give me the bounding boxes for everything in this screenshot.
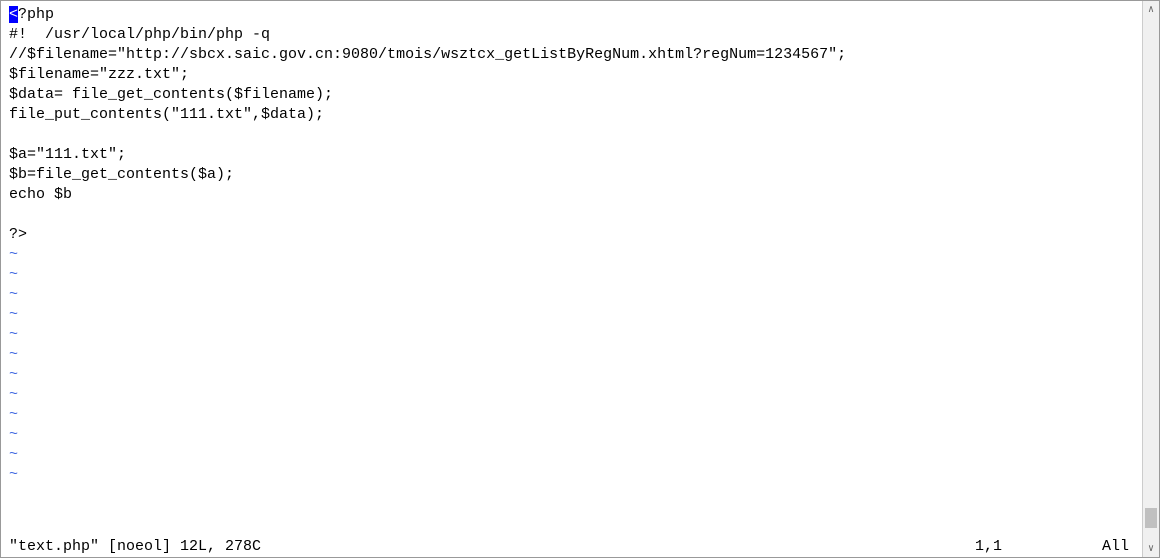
scrollbar-thumb[interactable] [1145,508,1157,528]
empty-line-tilde: ~ [9,325,1151,345]
code-line: <?php [9,5,1151,25]
empty-line-tilde: ~ [9,465,1151,485]
code-line: $a="111.txt"; [9,145,1151,165]
scrollbar-down-button[interactable]: ∨ [1143,540,1159,557]
code-line: //$filename="http://sbcx.saic.gov.cn:908… [9,45,1151,65]
editor-content-area[interactable]: <?php #! /usr/local/php/bin/php -q //$fi… [1,1,1159,537]
code-line: ?> [9,225,1151,245]
vertical-scrollbar[interactable]: ∧ ∨ [1142,1,1159,557]
empty-line-tilde: ~ [9,445,1151,465]
chevron-up-icon: ∧ [1148,4,1154,16]
empty-line-tilde: ~ [9,345,1151,365]
code-line [9,125,1151,145]
vim-status-bar: "text.php" [noeol] 12L, 278C 1,1 All [1,537,1159,557]
scrollbar-up-button[interactable]: ∧ [1143,1,1159,18]
empty-line-tilde: ~ [9,385,1151,405]
empty-line-tilde: ~ [9,405,1151,425]
empty-line-tilde: ~ [9,305,1151,325]
empty-line-tilde: ~ [9,285,1151,305]
status-cursor-position: 1,1 [975,537,1102,557]
cursor: < [9,6,18,23]
code-line: $b=file_get_contents($a); [9,165,1151,185]
code-line: #! /usr/local/php/bin/php -q [9,25,1151,45]
tilde-lines-container: ~~~~~~~~~~~~ [9,245,1151,485]
code-line: file_put_contents("111.txt",$data); [9,105,1151,125]
editor-window: <?php #! /usr/local/php/bin/php -q //$fi… [0,0,1160,558]
code-line: $data= file_get_contents($filename); [9,85,1151,105]
code-line: $filename="zzz.txt"; [9,65,1151,85]
code-text: ?php [18,6,54,23]
scrollbar-track-area[interactable] [1143,18,1159,540]
chevron-down-icon: ∨ [1148,543,1154,555]
empty-line-tilde: ~ [9,365,1151,385]
code-line: echo $b [9,185,1151,205]
status-spacer [261,537,975,557]
empty-line-tilde: ~ [9,265,1151,285]
empty-line-tilde: ~ [9,245,1151,265]
empty-line-tilde: ~ [9,425,1151,445]
status-file-info: "text.php" [noeol] 12L, 278C [9,537,261,557]
code-line [9,205,1151,225]
